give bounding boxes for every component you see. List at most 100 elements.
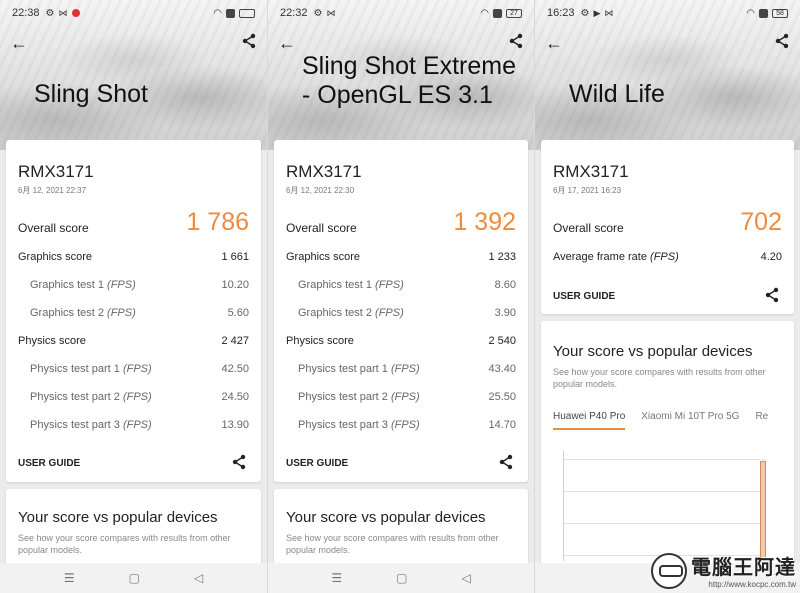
panel-sling-shot: 22:38 ⚙ ⋈ ◠ ← Sling Shot RMX3171 6月 12, …	[0, 0, 267, 593]
tab-more-devices[interactable]: Re	[755, 411, 768, 430]
share-icon[interactable]	[774, 33, 790, 54]
score-label: Graphics score	[286, 251, 360, 263]
back-triangle-icon[interactable]: ◁	[461, 571, 470, 585]
fps-unit: (FPS)	[650, 251, 679, 263]
result-card: RMX3171 6月 12, 2021 22:30 Overall score …	[274, 140, 528, 482]
back-arrow-icon[interactable]: ←	[278, 33, 296, 54]
tab-huawei-p40-pro[interactable]: Huawei P40 Pro	[553, 411, 626, 430]
top-app-bar: ←	[0, 30, 267, 56]
score-label: Graphics score	[18, 251, 92, 263]
home-icon[interactable]: ▢	[129, 571, 140, 585]
media-icon: ⋈	[604, 7, 614, 18]
device-name: RMX3171	[553, 162, 629, 181]
score-label: Physics test part 3	[30, 419, 120, 431]
chart-axis	[563, 451, 564, 561]
media-icon: ⋈	[58, 7, 68, 18]
overall-score-label: Overall score	[553, 221, 624, 235]
popular-devices-card: Your score vs popular devices See how yo…	[274, 489, 528, 569]
notification-dot-icon	[71, 9, 80, 17]
score-label: Physics test part 2	[298, 391, 388, 403]
watermark-text: 電腦王阿達	[691, 557, 796, 579]
user-guide-link[interactable]: USER GUIDE	[553, 291, 615, 302]
score-row: Average frame rate (FPS) 4.20	[553, 251, 782, 263]
device-name: RMX3171	[286, 162, 362, 181]
home-icon[interactable]: ▢	[396, 571, 407, 585]
popular-description: See how your score compares with results…	[553, 367, 766, 389]
fps-unit: (FPS)	[122, 419, 152, 431]
panel-wild-life: 16:23 ⚙ ▶ ⋈ ◠ 58 ← Wild Life RMX3171 6月 …	[534, 0, 800, 593]
share-icon[interactable]	[498, 454, 514, 475]
gear-icon: ⚙	[45, 7, 55, 19]
share-icon[interactable]	[508, 33, 524, 54]
score-value: 2 427	[221, 335, 249, 347]
sim-icon	[493, 8, 502, 18]
score-value: 14.70	[488, 419, 516, 431]
battery-icon: 27	[506, 8, 522, 18]
score-row: Graphics test 2 (FPS) 3.90	[286, 307, 516, 319]
user-guide-link[interactable]: USER GUIDE	[286, 458, 348, 469]
share-icon[interactable]	[764, 287, 780, 308]
fps-unit: (FPS)	[390, 363, 420, 375]
score-label: Graphics test 1	[298, 279, 372, 291]
test-date: 6月 12, 2021 22:37	[18, 186, 87, 195]
score-row: Physics test part 3 (FPS) 14.70	[286, 419, 516, 431]
panel-sling-shot-extreme: 22:32 ⚙ ⋈ ◠ 27 ← Sling Shot Extreme - Op…	[267, 0, 534, 593]
status-bar: 22:32 ⚙ ⋈ ◠ 27	[268, 0, 534, 26]
test-date: 6月 17, 2021 16:23	[553, 186, 622, 195]
overall-score-value: 1 786	[186, 208, 249, 236]
share-icon[interactable]	[231, 454, 247, 475]
overall-score-label: Overall score	[18, 221, 89, 235]
device-score-bar	[760, 461, 766, 561]
fps-unit: (FPS)	[122, 391, 152, 403]
test-date: 6月 12, 2021 22:30	[286, 186, 355, 195]
popular-devices-card: Your score vs popular devices See how yo…	[541, 321, 794, 569]
score-row: Physics score 2 427	[18, 335, 249, 347]
back-triangle-icon[interactable]: ◁	[194, 571, 203, 585]
share-icon[interactable]	[241, 33, 257, 54]
result-card: RMX3171 6月 12, 2021 22:37 Overall score …	[6, 140, 261, 482]
fps-unit: (FPS)	[122, 363, 152, 375]
popular-description: See how your score compares with results…	[18, 533, 231, 555]
fps-unit: (FPS)	[375, 279, 404, 291]
score-value: 8.60	[494, 279, 516, 291]
user-guide-link[interactable]: USER GUIDE	[18, 458, 80, 469]
popular-title: Your score vs popular devices	[553, 343, 753, 360]
score-value: 24.50	[221, 391, 249, 403]
score-row: Physics test part 1 (FPS) 43.40	[286, 363, 516, 375]
score-row: Graphics score 1 661	[18, 251, 249, 263]
popular-title: Your score vs popular devices	[286, 509, 486, 526]
score-value: 25.50	[488, 391, 516, 403]
screenshot-collage: 22:38 ⚙ ⋈ ◠ ← Sling Shot RMX3171 6月 12, …	[0, 0, 800, 593]
score-label: Graphics test 1	[30, 279, 104, 291]
back-arrow-icon[interactable]: ←	[10, 33, 28, 54]
benchmark-title: Sling Shot Extreme - OpenGL ES 3.1	[302, 52, 516, 109]
media-icon: ⋈	[326, 7, 336, 18]
menu-icon[interactable]: ☰	[331, 571, 342, 585]
back-arrow-icon[interactable]: ←	[545, 33, 563, 54]
gear-icon: ⚙	[313, 7, 323, 19]
score-label: Physics test part 1	[30, 363, 120, 375]
score-row: Physics test part 1 (FPS) 42.50	[18, 363, 249, 375]
score-value: 13.90	[221, 419, 249, 431]
tab-xiaomi-mi-10t-pro[interactable]: Xiaomi Mi 10T Pro 5G	[641, 411, 739, 430]
gear-icon: ⚙	[580, 7, 590, 19]
sim-icon	[226, 8, 235, 18]
top-app-bar: ←	[535, 30, 800, 56]
score-value: 2 540	[488, 335, 516, 347]
fps-unit: (FPS)	[107, 279, 136, 291]
menu-icon[interactable]: ☰	[64, 571, 75, 585]
overall-score-value: 702	[740, 208, 782, 236]
score-row: Graphics test 2 (FPS) 5.60	[18, 307, 249, 319]
popular-title: Your score vs popular devices	[18, 509, 218, 526]
score-label: Physics test part 1	[298, 363, 388, 375]
score-value: 10.20	[221, 279, 249, 291]
score-label: Physics score	[286, 335, 354, 347]
score-value: 4.20	[760, 251, 782, 263]
system-nav-bar: ☰ ▢ ◁	[268, 563, 534, 593]
status-bar: 16:23 ⚙ ▶ ⋈ ◠ 58	[535, 0, 800, 26]
fps-unit: (FPS)	[390, 419, 420, 431]
grid-line	[563, 523, 766, 524]
score-row: Physics score 2 540	[286, 335, 516, 347]
sim-icon	[759, 8, 768, 18]
score-row: Graphics test 1 (FPS) 10.20	[18, 279, 249, 291]
